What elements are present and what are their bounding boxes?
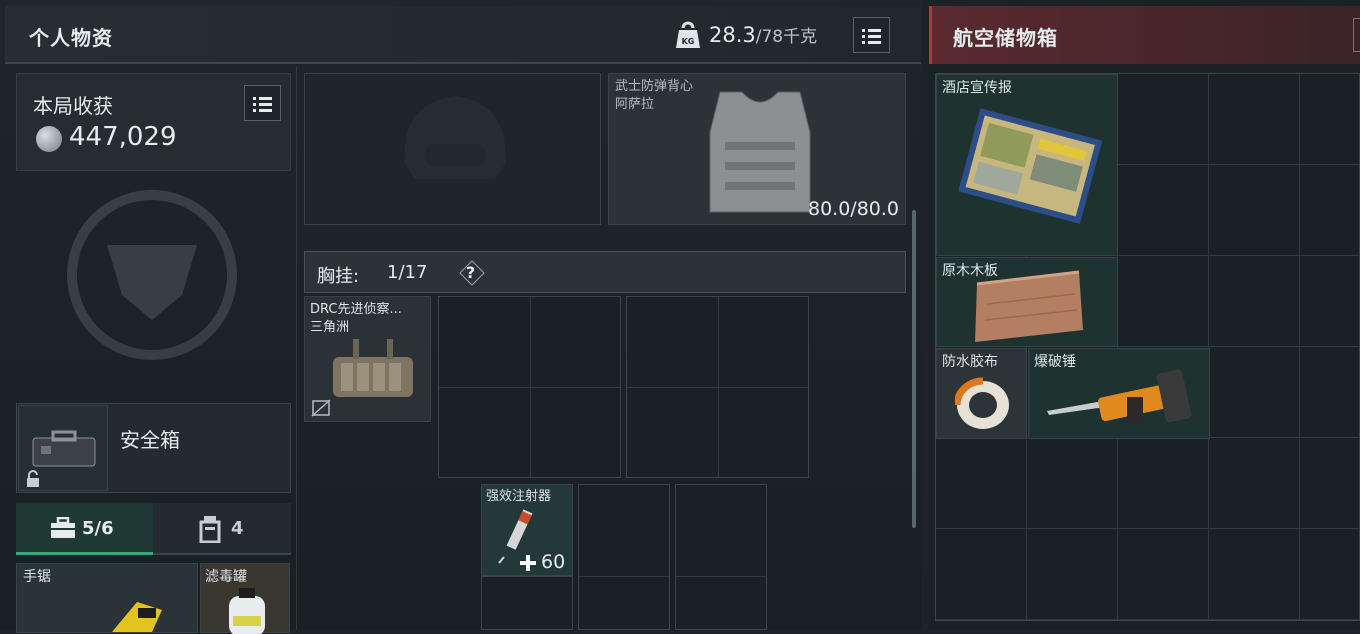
brochure-icon <box>958 108 1103 224</box>
help-icon-glyph: ? <box>466 263 476 282</box>
storage-item-hammer[interactable]: 爆破锤 <box>1028 348 1210 439</box>
harvest-value: 447,029 <box>69 122 177 152</box>
chest-rig-label: 胸挂: <box>317 266 360 287</box>
safe-box-slot[interactable] <box>18 405 108 491</box>
breaching-hammer-icon <box>1047 369 1192 423</box>
personal-list-button[interactable] <box>853 17 890 53</box>
personal-scrollbar[interactable] <box>912 210 916 528</box>
pocket-item-saw[interactable]: 手锯 <box>16 563 198 633</box>
pocket-item-canister[interactable]: 滤毒罐 <box>200 563 290 634</box>
safe-box-icon <box>32 430 96 467</box>
tape-roll-icon <box>955 377 1009 429</box>
storage-header-button[interactable] <box>1353 18 1360 52</box>
injector-value: 60 <box>541 551 566 573</box>
chest-rig-grid-a <box>438 296 621 478</box>
chest-rig-item-map: 三角洲 <box>310 320 350 335</box>
storage-item-tape-label: 防水胶布 <box>942 354 998 370</box>
armor-name: 武士防弹背心 <box>615 79 694 94</box>
injector-name: 强效注射器 <box>486 489 552 504</box>
personal-header: 个人物资 KG 28.3/78千克 <box>5 6 921 64</box>
chest-rig-slot[interactable]: DRC先进侦察... 三角洲 <box>304 296 431 422</box>
coin-icon <box>36 126 62 152</box>
help-icon[interactable]: ? <box>459 260 485 286</box>
pocket-grid-a <box>578 484 670 630</box>
armor-vest-icon <box>709 91 811 213</box>
chest-rig-icon <box>333 339 413 397</box>
plus-icon <box>520 555 536 571</box>
hand-saw-icon <box>112 602 162 632</box>
helmet-slot[interactable] <box>304 73 601 225</box>
helmet-placeholder-icon <box>404 96 506 179</box>
storage-item-board[interactable]: 原木木板 <box>936 257 1118 347</box>
weight-icon: KG <box>675 20 701 50</box>
harvest-list-button[interactable] <box>244 85 281 121</box>
toolbox-icon <box>51 517 75 538</box>
storage-title: 航空储物箱 <box>953 26 1058 50</box>
armor-durability: 80.0/80.0 <box>807 198 899 220</box>
armor-map: 阿萨拉 <box>615 97 655 112</box>
chest-rig-item-name: DRC先进侦察... <box>310 302 402 317</box>
safe-box[interactable]: 安全箱 <box>16 403 291 493</box>
safe-box-label: 安全箱 <box>120 428 180 452</box>
storage-item-brochure-label: 酒店宣传报 <box>942 80 1012 96</box>
pocket-item-saw-label: 手锯 <box>23 569 51 585</box>
no-slot-icon <box>311 399 331 417</box>
pocket-item-canister-label: 滤毒罐 <box>205 569 247 585</box>
tab-toolbox[interactable]: 5/6 <box>16 503 153 555</box>
tab-toolbox-label: 5/6 <box>82 518 114 539</box>
tab-canister[interactable]: 4 <box>153 503 291 555</box>
harvest-label: 本局收获 <box>33 94 113 118</box>
column-divider <box>296 66 297 630</box>
harvest-box: 本局收获 447,029 <box>16 73 291 171</box>
weight-current: 28.3 <box>709 23 756 47</box>
pocket-grid-b <box>675 484 767 630</box>
injector-slot[interactable]: 强效注射器 60 <box>481 484 573 576</box>
chest-rig-capacity: 1/17 <box>387 262 428 283</box>
wooden-board-icon <box>975 270 1083 342</box>
filter-canister-icon <box>229 588 265 634</box>
tab-canister-label: 4 <box>231 518 244 539</box>
lock-icon <box>27 470 39 487</box>
injector-slot-lower <box>481 576 573 630</box>
chest-rig-header: 胸挂: 1/17 ? <box>304 251 906 293</box>
armor-slot[interactable]: 武士防弹背心 阿萨拉 80.0/80.0 <box>608 73 906 225</box>
storage-item-tape[interactable]: 防水胶布 <box>936 348 1027 439</box>
chest-rig-grid-b <box>626 296 809 478</box>
faction-emblem <box>62 185 242 365</box>
weight-readout: 28.3/78千克 <box>709 22 817 47</box>
canister-icon <box>199 516 221 543</box>
kg-badge: KG <box>682 37 695 46</box>
weight-max: /78千克 <box>755 27 818 47</box>
storage-header: 航空储物箱 <box>929 6 1360 64</box>
storage-item-brochure[interactable]: 酒店宣传报 <box>936 74 1118 256</box>
personal-title: 个人物资 <box>29 26 113 50</box>
